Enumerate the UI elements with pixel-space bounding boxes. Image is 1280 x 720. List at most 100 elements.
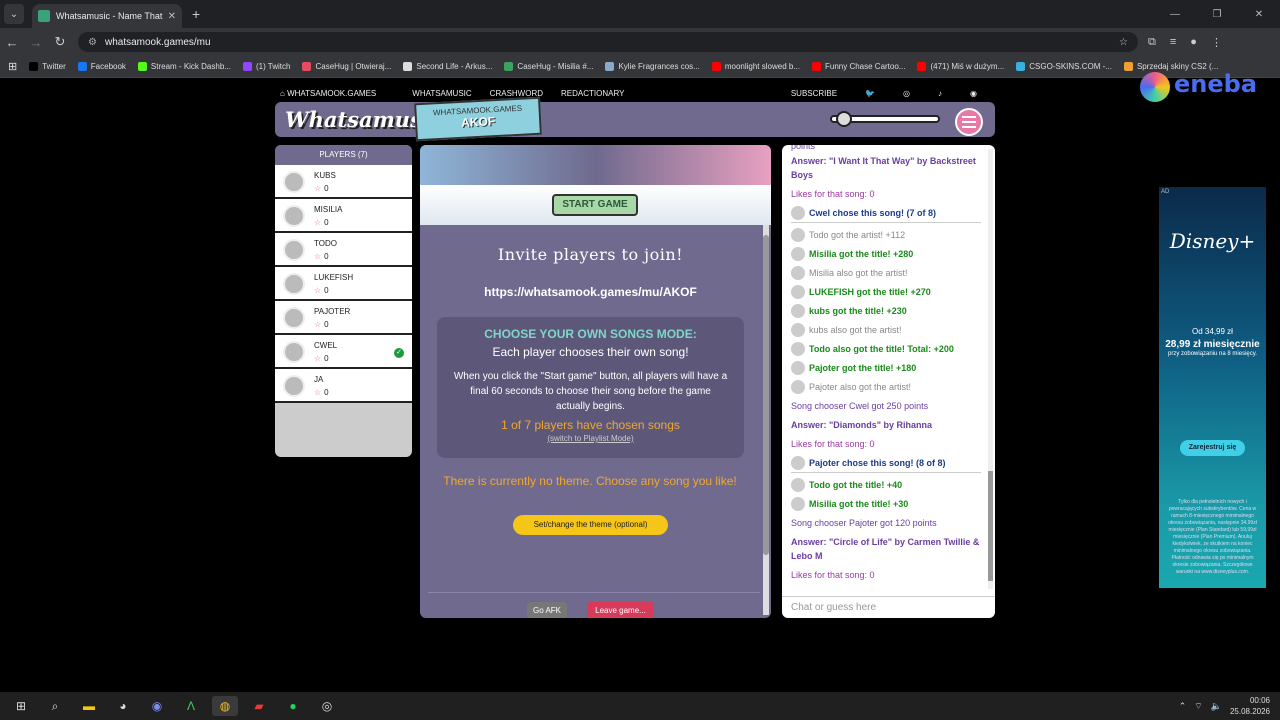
go-afk-button[interactable]: Go AFK <box>527 602 567 618</box>
tiktok-icon[interactable]: ♪ <box>938 89 942 98</box>
instagram-icon[interactable]: ◎ <box>903 89 910 98</box>
twitter-icon[interactable]: 🐦 <box>865 89 875 98</box>
chat-input[interactable]: Chat or guess here <box>782 596 995 618</box>
tray-chevron-icon[interactable]: ⌃ <box>1179 701 1187 712</box>
file-explorer-icon[interactable]: ▬ <box>76 696 102 716</box>
chat-avatar <box>791 497 805 511</box>
chrome-icon[interactable]: ◍ <box>212 696 238 716</box>
site-info-icon[interactable]: ⚙ <box>88 37 97 48</box>
star-icon[interactable]: ☆ <box>314 354 321 363</box>
bookmark-item[interactable]: Facebook <box>77 62 126 71</box>
set-theme-button[interactable]: Set/change the theme (optional) <box>513 515 668 535</box>
bookmark-item[interactable]: CaseHug - Misilia #... <box>504 62 593 71</box>
bookmarks-bar: ⊞ Twitter Facebook Stream - Kick Dashb... (… <box>0 56 1280 78</box>
bookmark-favicon-icon <box>917 62 927 71</box>
leave-game-button[interactable]: Leave game... <box>587 602 654 618</box>
star-icon[interactable]: ☆ <box>314 252 321 261</box>
player-row[interactable]: TODO ☆ 0 <box>275 233 412 267</box>
bookmark-favicon-icon <box>242 62 252 71</box>
star-icon[interactable]: ☆ <box>314 286 321 295</box>
invite-url[interactable]: https://whatsamook.games/mu/AKOF <box>420 285 761 299</box>
star-icon[interactable]: ☆ <box>314 184 321 193</box>
back-button[interactable]: ← <box>0 35 24 50</box>
restore-button[interactable]: ❐ <box>1196 0 1238 28</box>
panel-scrollbar[interactable] <box>763 225 769 615</box>
start-game-button[interactable]: START GAME <box>552 194 638 216</box>
bookmark-item[interactable]: Kylie Fragrances cos... <box>605 62 700 71</box>
bookmark-label: Funny Chase Cartoo... <box>824 62 906 71</box>
browser-tab[interactable]: Whatsamusic - Name That Tune ✕ <box>32 4 182 28</box>
close-tab-icon[interactable]: ✕ <box>168 11 176 22</box>
obs-icon[interactable]: ◎ <box>314 696 340 716</box>
new-tab-button[interactable]: + <box>192 6 200 22</box>
switch-mode-link[interactable]: (switch to Playlist Mode) <box>437 434 744 443</box>
hamburger-menu-button[interactable] <box>955 108 983 136</box>
terminal-icon[interactable]: Λ <box>178 696 204 716</box>
player-row[interactable]: KUBS ☆ 0 <box>275 165 412 199</box>
clock[interactable]: 00:06 25.08.2026 <box>1230 695 1270 717</box>
chat-avatar <box>791 304 805 318</box>
mode-description: When you click the "Start game" button, … <box>453 371 728 412</box>
bookmark-favicon-icon <box>605 62 615 71</box>
tab-search-button[interactable]: ⌄ <box>4 4 24 24</box>
ad-signup-button[interactable]: Zarejestruj się <box>1180 440 1245 456</box>
bookmark-item[interactable]: moonlight slowed b... <box>711 62 800 71</box>
ad-old-price: Od 34,99 zł <box>1192 327 1233 336</box>
bookmark-item[interactable]: (471) Miś w dużym... <box>917 62 1004 71</box>
bookmark-item[interactable]: CSGO-SKINS.COM -... <box>1016 62 1112 71</box>
subscribe-link[interactable]: SUBSCRIBE <box>791 89 837 98</box>
media-icon[interactable]: ≡ <box>1170 36 1176 49</box>
extensions-icon[interactable]: ⧉ <box>1148 36 1156 49</box>
star-icon[interactable]: ☆ <box>314 388 321 397</box>
chat-message-text: Likes for that song: 0 <box>791 439 875 449</box>
player-row[interactable]: CWEL ☆ 0 ✓ <box>275 335 412 369</box>
profile-avatar[interactable]: ● <box>1190 36 1197 49</box>
bookmark-star-icon[interactable]: ☆ <box>1119 37 1128 48</box>
song-chosen-check-icon: ✓ <box>394 348 404 358</box>
star-icon[interactable]: ☆ <box>314 320 321 329</box>
menu-icon[interactable]: ⋮ <box>1211 36 1222 49</box>
nav-whatsamusic-link[interactable]: WHATSAMUSIC <box>412 89 471 98</box>
bookmark-item[interactable]: (1) Twitch <box>242 62 290 71</box>
steam-icon[interactable]: ◕ <box>110 696 136 716</box>
discord-icon[interactable]: ◉ <box>970 89 977 98</box>
minimize-button[interactable]: — <box>1154 0 1196 28</box>
chat-message-text: Misilia got the title! +30 <box>809 499 909 509</box>
spotify-icon[interactable]: ● <box>280 696 306 716</box>
volume-icon[interactable]: 🔈 <box>1211 701 1222 712</box>
ad-brand-logo: Disney+ <box>1169 229 1256 253</box>
nav-home-link[interactable]: ⌂ WHATSAMOOK.GAMES <box>280 89 394 98</box>
chat-message-text: Cwel chose this song! (7 of 8) <box>809 208 937 218</box>
nav-redactionary-link[interactable]: REDACTIONARY <box>561 89 624 98</box>
bookmark-item[interactable]: Twitter <box>29 62 66 71</box>
bookmark-item[interactable]: Funny Chase Cartoo... <box>811 62 906 71</box>
close-window-button[interactable]: ✕ <box>1238 0 1280 28</box>
chat-scrollbar[interactable] <box>988 149 993 589</box>
player-row[interactable]: LUKEFISH ☆ 0 <box>275 267 412 301</box>
apps-icon[interactable]: ⊞ <box>8 60 17 73</box>
bookmark-label: moonlight slowed b... <box>724 62 800 71</box>
chat-message: Pajoter also got the artist! <box>791 380 981 394</box>
star-icon[interactable]: ☆ <box>314 218 321 227</box>
player-row[interactable]: JA ☆ 0 <box>275 369 412 403</box>
chat-messages: points Answer: "I Want It That Way" by B… <box>791 145 981 587</box>
forward-button[interactable]: → <box>24 35 48 50</box>
bookmark-item[interactable]: CaseHug | Otwieraj... <box>302 62 391 71</box>
bookmark-favicon-icon <box>1123 62 1133 71</box>
player-name: CWEL <box>314 341 338 350</box>
start-menu-icon[interactable]: ⊞ <box>8 696 34 716</box>
reload-button[interactable]: ↻ <box>48 34 72 50</box>
volume-knob[interactable] <box>836 111 852 127</box>
bookmark-item[interactable]: Stream - Kick Dashb... <box>137 62 231 71</box>
search-icon[interactable]: ⌕ <box>42 696 68 716</box>
bookmark-item[interactable]: Second Life - Arkus... <box>403 62 492 71</box>
app-icon[interactable]: ▰ <box>246 696 272 716</box>
player-row[interactable]: MISILIA ☆ 0 <box>275 199 412 233</box>
disney-ad[interactable]: AD Disney+ Od 34,99 zł 28,99 zł miesięcz… <box>1159 187 1266 588</box>
volume-slider[interactable] <box>830 111 940 127</box>
ad-price-note: przy zobowiązaniu na 8 miesięcy. <box>1168 351 1257 357</box>
address-bar[interactable]: ⚙ whatsamook.games/mu ☆ <box>78 32 1138 52</box>
player-row[interactable]: PAJOTER ☆ 0 <box>275 301 412 335</box>
network-icon[interactable]: ⌔ <box>1194 701 1202 712</box>
discord-taskbar-icon[interactable]: ◉ <box>144 696 170 716</box>
